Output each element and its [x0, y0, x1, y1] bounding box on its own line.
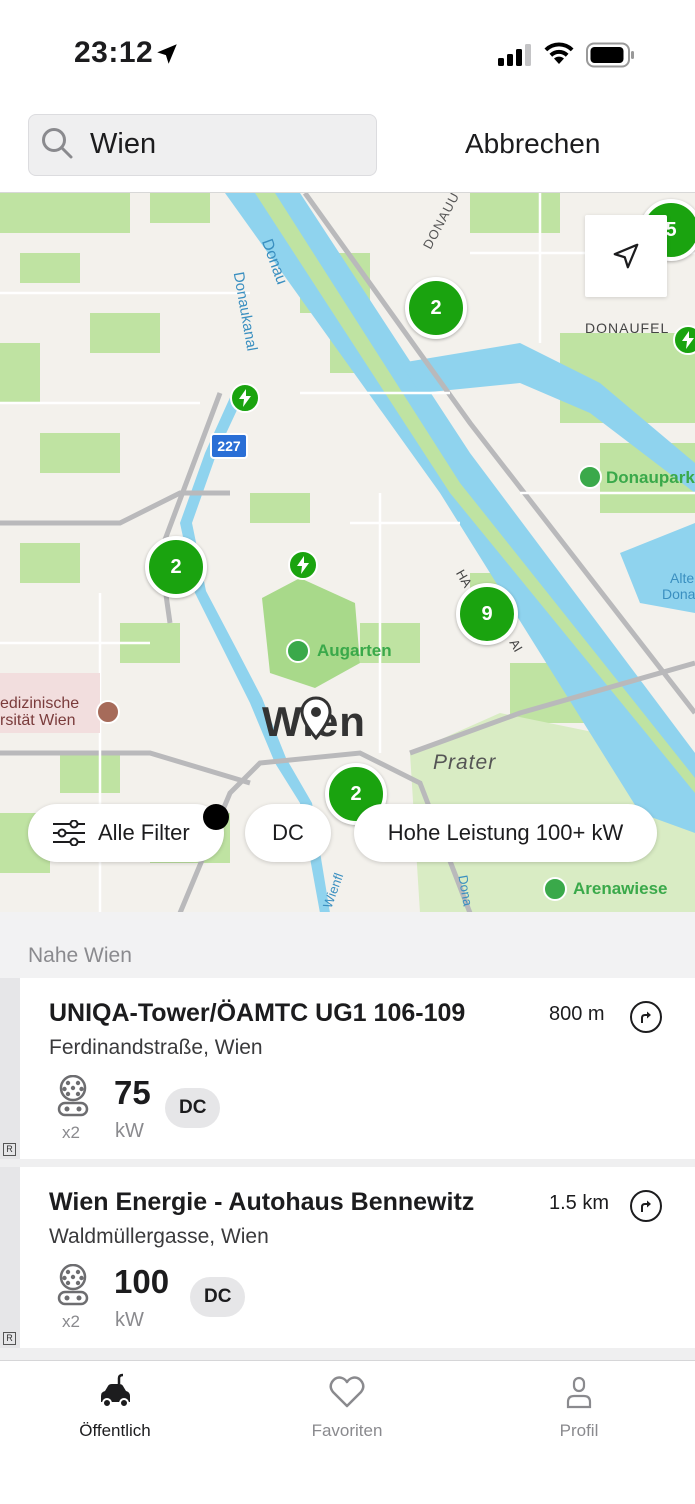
charging-station-pin[interactable]: [673, 325, 695, 355]
all-filters-chip[interactable]: Alle Filter: [28, 804, 224, 862]
map-cluster-west[interactable]: 2: [145, 536, 207, 598]
plug-count: x2: [62, 1312, 80, 1331]
park-tree-icon: [286, 639, 310, 663]
station-address: Waldmüllergasse, Wien: [49, 1225, 269, 1248]
directions-icon: [641, 1011, 651, 1023]
battery-icon: [586, 42, 634, 68]
park-tree-icon: [543, 877, 567, 901]
park-tree-icon: [578, 465, 602, 489]
map-label-alte-donau: Alte: [670, 570, 695, 586]
registered-badge: R: [3, 1143, 16, 1156]
map-pin-icon: [300, 696, 332, 740]
route-button[interactable]: [630, 1190, 662, 1222]
tab-profile-label: Profil: [559, 1421, 599, 1440]
dc-badge: DC: [190, 1277, 246, 1317]
list-separator: [0, 1348, 695, 1360]
dc-badge: DC: [165, 1088, 221, 1128]
plug-connector-icon: [57, 1075, 89, 1117]
search-input-value[interactable]: Wien: [90, 128, 156, 161]
person-icon: [566, 1376, 592, 1409]
power-unit: kW: [115, 1309, 144, 1331]
high-power-filter-label: Hohe Leistung 100+ kW: [387, 820, 624, 845]
station-distance: 1.5 km: [549, 1192, 610, 1214]
station-list-item[interactable]: R UNIQA-Tower/ÖAMTC UG1 106-109 Ferdinan…: [0, 978, 695, 1159]
power-unit: kW: [115, 1120, 144, 1142]
wifi-icon: [544, 42, 574, 64]
search-icon: [42, 128, 73, 159]
registered-badge: R: [3, 1332, 16, 1345]
station-title: Wien Energie - Autohaus Bennewitz: [49, 1188, 475, 1216]
map-label-prater: Prater: [433, 751, 497, 774]
charging-station-pin[interactable]: [230, 383, 260, 413]
locate-me-button[interactable]: [585, 215, 667, 297]
card-side-strip: [0, 1167, 20, 1348]
card-side-strip: [0, 978, 20, 1159]
plug-connector-icon: [57, 1264, 89, 1306]
tab-profile[interactable]: Profil: [499, 1372, 659, 1441]
plug-count: x2: [62, 1123, 80, 1142]
lightning-icon: [239, 389, 251, 407]
map-label-augarten: Augarten: [317, 641, 392, 660]
hospital-icon: [96, 700, 120, 724]
status-bar: 23:12: [0, 0, 695, 108]
active-filter-indicator: [203, 804, 229, 830]
station-title: UNIQA-Tower/ÖAMTC UG1 106-109: [49, 999, 466, 1027]
map-label-hospital-2: rsität Wien: [0, 712, 76, 729]
station-distance: 800 m: [549, 1003, 605, 1025]
power-value: 100: [114, 1263, 170, 1300]
map-view[interactable]: Donau Donaukanal DONAUU DONAUFEL Donaupa…: [0, 192, 695, 912]
route-button[interactable]: [630, 1001, 662, 1033]
tab-favorites-label: Favoriten: [311, 1421, 383, 1440]
cancel-button[interactable]: Abbrechen: [465, 128, 600, 160]
navigation-arrow-icon: [613, 243, 639, 269]
map-label-donaupark: Donaupark: [606, 468, 695, 487]
sliders-icon: [53, 820, 85, 846]
lightning-icon: [297, 556, 309, 574]
location-arrow-icon: [157, 44, 177, 64]
map-cluster-east[interactable]: 9: [456, 583, 518, 645]
station-list-item[interactable]: R Wien Energie - Autohaus Bennewitz Wald…: [0, 1167, 695, 1348]
map-label-arenawiese: Arenawiese: [573, 879, 668, 898]
search-field[interactable]: [28, 114, 377, 176]
status-time: 23:12: [74, 36, 154, 69]
tab-favorites[interactable]: Favoriten: [267, 1372, 427, 1441]
map-label-donaufeld: DONAUFEL: [585, 320, 670, 336]
dc-filter-chip[interactable]: DC: [245, 804, 331, 862]
map-label-hospital-1: edizinische: [0, 695, 80, 712]
cellular-signal-icon: [498, 44, 531, 66]
all-filters-label: Alle Filter: [98, 820, 190, 845]
dc-filter-label: DC: [272, 820, 304, 845]
list-section-title: Nahe Wien: [28, 944, 132, 967]
tab-public-label: Öffentlich: [79, 1421, 151, 1440]
charging-station-pin[interactable]: [288, 550, 318, 580]
directions-icon: [641, 1200, 651, 1212]
high-power-filter-chip[interactable]: Hohe Leistung 100+ kW: [354, 804, 657, 862]
station-address: Ferdinandstraße, Wien: [49, 1036, 263, 1059]
map-label-alte-donau-2: Dona: [662, 586, 695, 602]
power-value: 75: [114, 1074, 151, 1111]
list-separator: [0, 1159, 695, 1167]
route-227-badge: 227: [210, 433, 248, 459]
tab-public[interactable]: Öffentlich: [35, 1372, 195, 1441]
heart-icon: [329, 1376, 365, 1408]
lightning-icon: [682, 331, 694, 349]
car-charging-icon: [101, 1373, 130, 1408]
map-cluster-north[interactable]: 2: [405, 277, 467, 339]
